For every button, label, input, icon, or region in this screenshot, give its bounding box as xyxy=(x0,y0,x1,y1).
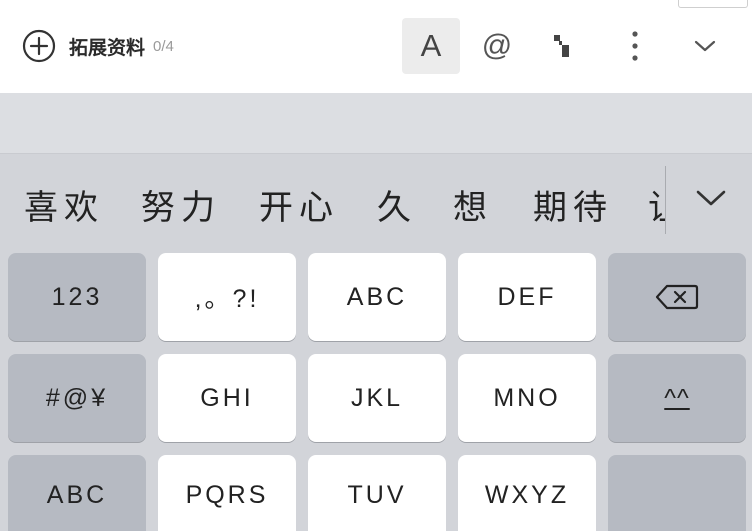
key-symbols[interactable]: #@¥ xyxy=(8,354,146,442)
candidate-word[interactable]: 期待 xyxy=(533,180,613,229)
collapse-keyboard-button[interactable] xyxy=(676,18,734,74)
key-jkl[interactable]: JKL xyxy=(308,354,446,442)
backspace-icon xyxy=(655,284,699,310)
key-emoticon[interactable]: ^^ xyxy=(608,354,746,442)
t9-keyboard: 123 ,。?! ABC DEF #@¥ GHI JKL MNO ^^ ABC … xyxy=(0,246,752,531)
candidate-word[interactable]: 开心 xyxy=(259,180,339,229)
key-mno[interactable]: MNO xyxy=(458,354,596,442)
font-style-button[interactable]: A xyxy=(402,18,460,74)
key-pqrs[interactable]: PQRS xyxy=(158,455,296,531)
key-label: ,。?! xyxy=(194,285,260,313)
backspace-key[interactable] xyxy=(608,253,746,341)
composition-area xyxy=(0,93,752,154)
more-vertical-icon xyxy=(632,31,638,61)
key-123[interactable]: 123 xyxy=(8,253,146,341)
candidate-word[interactable]: 努力 xyxy=(141,180,221,229)
key-label: DEF xyxy=(497,282,557,311)
key-abc[interactable]: ABC xyxy=(308,253,446,341)
cursor-move-icon xyxy=(554,35,569,57)
keyboard-toolbar: 拓展资料 0/4 A @ xyxy=(0,0,752,93)
font-style-label: A xyxy=(420,28,442,63)
key-label: ABC xyxy=(46,480,108,509)
candidate-divider xyxy=(665,166,666,234)
chevron-down-icon xyxy=(694,40,716,52)
key-label: 123 xyxy=(51,282,103,311)
key-abc-switch[interactable]: ABC xyxy=(8,455,146,531)
key-label: JKL xyxy=(350,383,404,412)
key-ghi[interactable]: GHI xyxy=(158,354,296,442)
extended-info-label: 拓展资料 xyxy=(69,36,146,59)
key-blank[interactable] xyxy=(608,455,746,531)
candidate-bar: 喜欢 努力 开心 久 想 期待 让 xyxy=(0,154,752,246)
key-label: WXYZ xyxy=(484,480,570,509)
key-label: ^^ xyxy=(664,383,690,412)
key-label: #@¥ xyxy=(45,383,109,412)
cursor-move-button[interactable] xyxy=(534,18,592,74)
at-symbol-label: @ xyxy=(481,29,513,62)
candidate-word[interactable]: 久 xyxy=(377,180,417,229)
candidate-list: 喜欢 努力 开心 久 想 期待 让 xyxy=(0,154,666,246)
candidate-word[interactable]: 喜欢 xyxy=(24,180,104,229)
plus-circle-icon xyxy=(22,29,56,63)
more-options-button[interactable] xyxy=(606,18,664,74)
mention-button[interactable]: @ xyxy=(468,18,526,74)
key-punctuation[interactable]: ,。?! xyxy=(158,253,296,341)
key-label: ABC xyxy=(346,282,408,311)
key-label: GHI xyxy=(200,383,254,412)
chevron-down-icon xyxy=(696,190,726,206)
key-label: PQRS xyxy=(185,480,269,509)
key-wxyz[interactable]: WXYZ xyxy=(458,455,596,531)
candidate-word[interactable]: 想 xyxy=(453,180,493,229)
key-tuv[interactable]: TUV xyxy=(308,455,446,531)
add-extended-info-button[interactable]: 拓展资料 0/4 xyxy=(22,29,174,63)
key-label: MNO xyxy=(493,383,561,412)
candidate-word[interactable]: 让 xyxy=(648,180,666,229)
corner-frame xyxy=(678,0,748,8)
extended-info-count: 0/4 xyxy=(153,37,174,55)
expand-candidates-button[interactable] xyxy=(688,178,734,218)
key-def[interactable]: DEF xyxy=(458,253,596,341)
key-label: TUV xyxy=(347,480,407,509)
